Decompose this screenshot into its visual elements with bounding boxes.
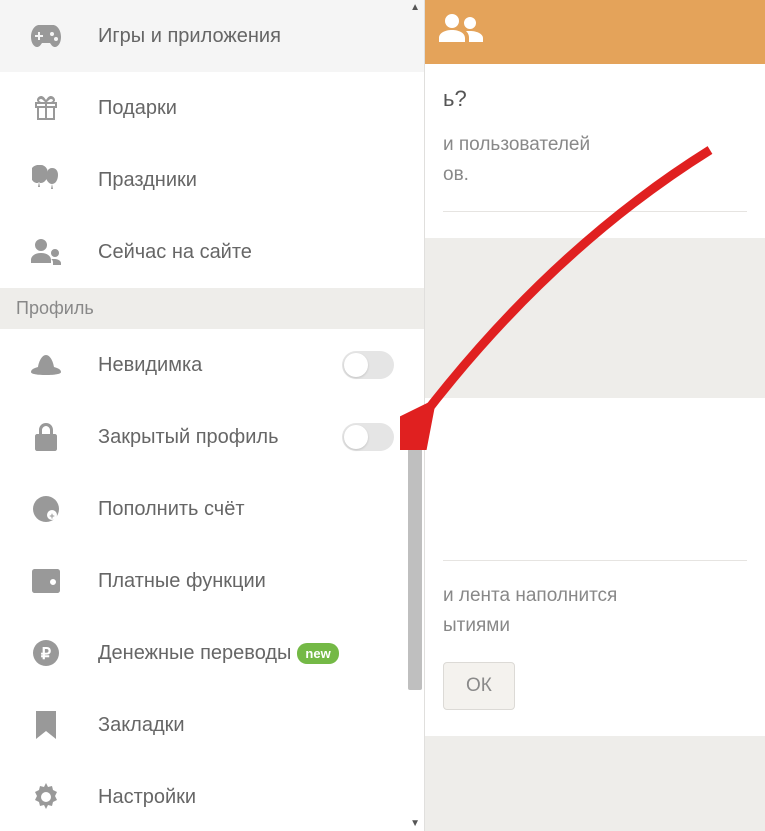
toggle-closed-profile[interactable] [342, 423, 394, 451]
lock-icon [28, 419, 64, 455]
sidebar-item-bookmarks[interactable]: Закладки [0, 689, 424, 761]
sidebar-item-label: Сейчас на сайте [98, 241, 252, 264]
sidebar-item-invisible[interactable]: Невидимка [0, 329, 424, 401]
card-text-line-4: ытиями [443, 611, 747, 641]
sidebar-item-label: Денежные переводы [98, 642, 291, 665]
card-text-line-3: и лента наполнится [443, 581, 747, 611]
hat-icon [28, 347, 64, 383]
gamepad-icon [28, 18, 64, 54]
card-text-line-1: и пользователей [443, 130, 747, 160]
sidebar-item-label: Закрытый профиль [98, 426, 279, 449]
sidebar-item-holidays[interactable]: Праздники [0, 144, 424, 216]
section-header-profile: Профиль [0, 288, 424, 329]
spacer [425, 238, 765, 388]
scroll-up-arrow[interactable]: ▲ [410, 2, 420, 13]
gear-icon [28, 779, 64, 815]
sidebar-item-label: Невидимка [98, 354, 202, 377]
main-area: ь? и пользователей ов. и лента наполнитс… [425, 0, 765, 831]
app-container: ▲ ▼ Игры и приложения Подарки П [0, 0, 765, 831]
scroll-down-arrow[interactable]: ▼ [410, 818, 420, 829]
sidebar-item-label: Подарки [98, 97, 177, 120]
bookmark-icon [28, 707, 64, 743]
balloons-icon [28, 162, 64, 198]
sidebar-item-transfers[interactable]: ₽ Денежные переводы new [0, 617, 424, 689]
sidebar-item-paid[interactable]: Платные функции [0, 545, 424, 617]
wallet-icon [28, 563, 64, 599]
people-icon [28, 234, 64, 270]
divider [443, 211, 747, 212]
friends-icon[interactable] [439, 14, 483, 51]
sidebar-item-settings[interactable]: Настройки [0, 761, 424, 831]
sidebar-item-closed-profile[interactable]: Закрытый профиль [0, 401, 424, 473]
coin-icon: + [28, 491, 64, 527]
sidebar-item-label: Платные функции [98, 570, 266, 593]
info-card-1: ь? и пользователей ов. [425, 64, 765, 238]
new-badge: new [297, 643, 338, 664]
sidebar-item-label: Игры и приложения [98, 25, 281, 48]
sidebar-item-online[interactable]: Сейчас на сайте [0, 216, 424, 288]
toggle-invisible[interactable] [342, 351, 394, 379]
svg-text:₽: ₽ [41, 646, 51, 663]
sidebar-item-games[interactable]: Игры и приложения [0, 0, 424, 72]
card-text-line-2: ов. [443, 160, 747, 190]
scrollbar-thumb[interactable] [408, 430, 422, 690]
sidebar: ▲ ▼ Игры и приложения Подарки П [0, 0, 425, 831]
ruble-icon: ₽ [28, 635, 64, 671]
spacer [443, 420, 747, 540]
info-card-2: и лента наполнится ытиями ОК [425, 398, 765, 736]
svg-text:+: + [49, 511, 54, 521]
toggle-knob [344, 425, 368, 449]
toggle-knob [344, 353, 368, 377]
ok-button[interactable]: ОК [443, 662, 515, 710]
sidebar-scroll-area: ▲ ▼ Игры и приложения Подарки П [0, 0, 424, 831]
sidebar-item-label: Праздники [98, 169, 197, 192]
card-title: ь? [443, 86, 747, 112]
gift-icon [28, 90, 64, 126]
sidebar-item-topup[interactable]: + Пополнить счёт [0, 473, 424, 545]
sidebar-item-label: Пополнить счёт [98, 498, 245, 521]
sidebar-item-label: Настройки [98, 786, 196, 809]
sidebar-item-gifts[interactable]: Подарки [0, 72, 424, 144]
header-bar [425, 0, 765, 64]
sidebar-item-label: Закладки [98, 714, 185, 737]
